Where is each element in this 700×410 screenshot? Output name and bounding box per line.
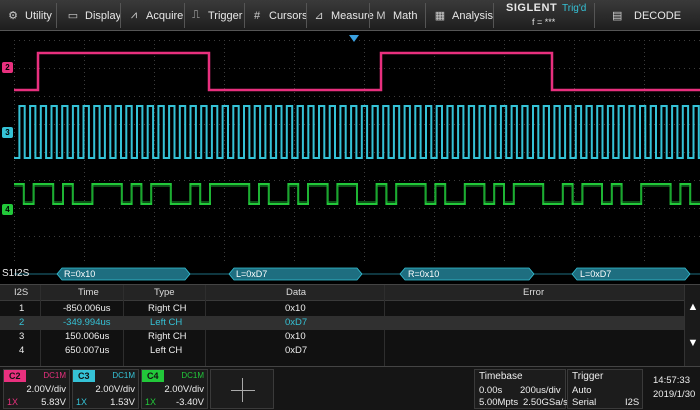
menu-bar: ⚙ Utility ▭ Display ⩘ Acquire ⎍ Trigger # Cur… — [0, 0, 700, 31]
measure-icon: ⊿ — [314, 10, 324, 22]
status-bar: C2 DC1M 2.00V/div 1X 5.83V C3 DC1M 2.00V… — [0, 366, 700, 410]
c4-offset-marker[interactable]: 4 — [2, 204, 13, 215]
sample-rate: 2.50GSa/s — [523, 397, 568, 408]
c3-coupling: DC1M — [112, 371, 135, 380]
decode-button[interactable]: ▤ DECODE — [600, 0, 700, 31]
memory-depth: 5.00Mpts — [479, 397, 519, 408]
trigger-status: SIGLENT Trig'd f = *** — [496, 0, 591, 31]
trigger-type: Serial — [572, 397, 597, 408]
c2-channel-box[interactable]: C2 DC1M 2.00V/div 1X 5.83V — [3, 369, 70, 409]
cursors-icon: # — [253, 9, 261, 22]
trigger-source: I2S — [625, 397, 640, 408]
c4-waveform — [14, 183, 700, 205]
add-channel-button[interactable] — [210, 369, 274, 409]
clock-time: 14:57:33 — [653, 375, 690, 386]
trigger-mode: Auto — [572, 385, 592, 396]
col-header-time: Time — [78, 287, 99, 298]
bus-frame-label: R=0x10 — [64, 269, 96, 279]
timebase-panel[interactable]: Timebase 0.00s 200us/div 5.00Mpts 2.50GS… — [474, 369, 568, 409]
c2-scale: 2.00V/div — [26, 384, 66, 395]
scroll-down-icon[interactable]: ▼ — [687, 337, 699, 349]
bus-frame-label: L=0xD7 — [580, 269, 612, 279]
menu-acquire[interactable]: ⩘ Acquire — [127, 0, 183, 31]
c4-channel-box[interactable]: C4 DC1M 2.00V/div 1X -3.40V — [141, 369, 208, 409]
col-header-error: Error — [523, 287, 545, 298]
c2-probe: 1X — [7, 397, 19, 407]
trigger-icon: ⎍ — [192, 9, 200, 21]
col-header-type: Type — [154, 287, 175, 298]
clock-date: 2019/1/30 — [653, 389, 696, 400]
menu-trigger[interactable]: ⎍ Trigger — [189, 0, 242, 31]
timebase-title: Timebase — [479, 371, 523, 382]
brand-logo: SIGLENT — [506, 2, 558, 14]
c3-offset-marker[interactable]: 3 — [2, 127, 13, 138]
decode-icon: ▤ — [612, 10, 623, 22]
c3-offset: 1.53V — [110, 397, 135, 408]
c3-tag: C3 — [73, 370, 95, 382]
scroll-up-icon[interactable]: ▲ — [687, 301, 699, 313]
c2-offset: 5.83V — [41, 397, 66, 408]
menu-measure[interactable]: ⊿ Measure — [312, 0, 373, 31]
menu-math[interactable]: M Math — [374, 0, 417, 31]
clock-panel: 14:57:33 2019/1/30 — [645, 369, 698, 409]
acquire-icon: ⩘ — [130, 9, 138, 21]
c3-waveform — [14, 105, 700, 159]
gear-icon: ⚙ — [8, 10, 18, 22]
decode-table: I2S Time Type Data Error 1 -850.006us Ri… — [0, 284, 700, 367]
timebase-scale: 200us/div — [520, 385, 561, 396]
c2-offset-marker[interactable]: 2 — [2, 62, 13, 73]
c3-probe: 1X — [76, 397, 88, 407]
table-header: I2S Time Type Data Error — [0, 285, 684, 301]
trig-status-label: Trig'd — [562, 3, 587, 14]
menu-cursors[interactable]: # Cursors — [250, 0, 308, 31]
frequency-readout: f = *** — [532, 17, 556, 27]
menu-display[interactable]: ▭ Display — [66, 0, 121, 31]
c4-offset: -3.40V — [176, 397, 204, 408]
timebase-delay: 0.00s — [479, 385, 503, 396]
table-row-selected[interactable]: 2 -349.994us Left CH 0xD7 — [0, 316, 684, 330]
c2-waveform — [14, 51, 700, 92]
math-icon: M — [376, 9, 386, 22]
c3-channel-box[interactable]: C3 DC1M 2.00V/div 1X 1.53V — [72, 369, 139, 409]
table-row[interactable]: 1 -850.006us Right CH 0x10 — [0, 302, 684, 316]
analysis-icon: ▦ — [434, 10, 446, 22]
c2-coupling: DC1M — [43, 371, 66, 380]
c4-tag: C4 — [142, 370, 164, 382]
c4-waveform-persistence — [14, 185, 700, 203]
c4-coupling: DC1M — [181, 371, 204, 380]
bus-frame-label: R=0x10 — [408, 269, 440, 279]
col-header-index: I2S — [14, 287, 29, 298]
c2-tag: C2 — [4, 370, 26, 382]
c3-scale: 2.00V/div — [95, 384, 135, 395]
c4-probe: 1X — [145, 397, 157, 407]
trigger-title: Trigger — [572, 371, 604, 382]
table-scrollbar[interactable]: ▲ ▼ — [684, 285, 700, 367]
trigger-panel[interactable]: Trigger Auto Serial I2S — [567, 369, 643, 409]
col-header-data: Data — [286, 287, 307, 298]
menu-utility[interactable]: ⚙ Utility — [6, 0, 52, 31]
table-row[interactable]: 4 650.007us Left CH 0xD7 — [0, 344, 684, 358]
waveform-canvas — [14, 35, 700, 281]
bus-frame-label: L=0xD7 — [236, 269, 268, 279]
waveform-display[interactable]: 2 3 4 S1I2S R=0x10 L=0xD7 R=0x10 L=0xD7 — [0, 32, 700, 284]
bus-label: S1I2S — [2, 268, 30, 279]
table-row[interactable]: 3 150.006us Right CH 0x10 — [0, 330, 684, 344]
monitor-icon: ▭ — [67, 10, 79, 22]
trigger-position-marker — [349, 35, 359, 42]
menu-analysis[interactable]: ▦ Analysis — [433, 0, 493, 31]
c4-scale: 2.00V/div — [164, 384, 204, 395]
